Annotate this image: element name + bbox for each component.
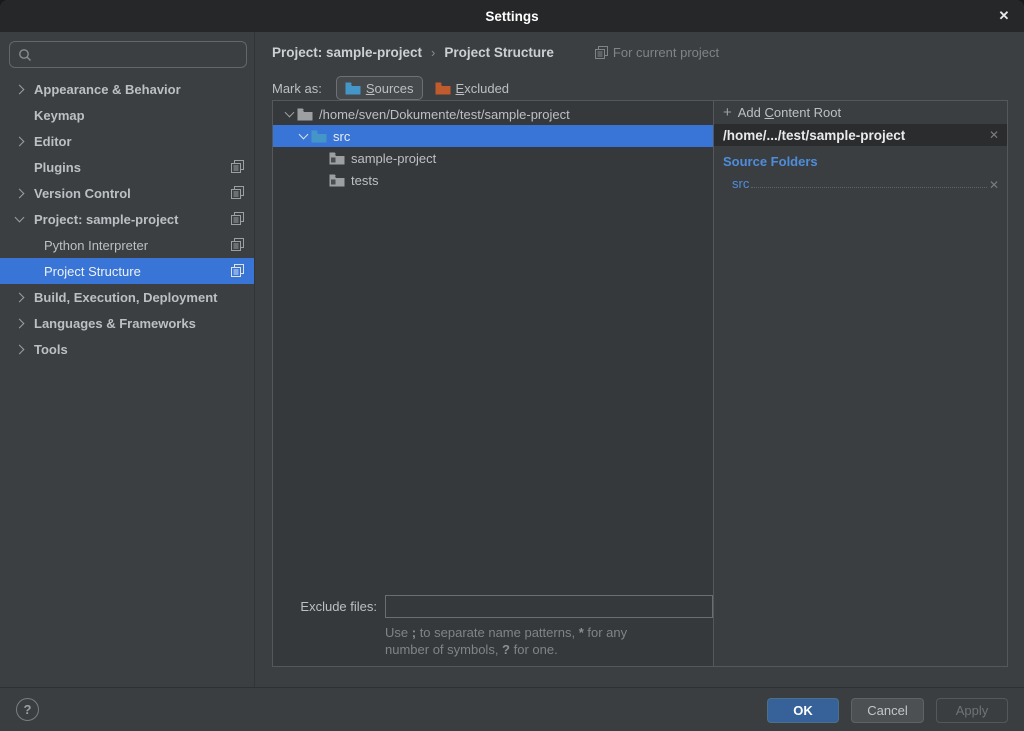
- sidebar-item-appearance-behavior[interactable]: Appearance & Behavior: [0, 76, 254, 102]
- sidebar-item-python-interpreter[interactable]: Python Interpreter: [0, 232, 254, 258]
- exclude-files-section: Exclude files: Use ; to separate name pa…: [273, 595, 713, 660]
- main-content: Project: sample-project › Project Struct…: [256, 32, 1024, 687]
- breadcrumb-separator-icon: ›: [431, 45, 435, 60]
- shared-settings-icon: [231, 160, 244, 173]
- source-folder-icon: [311, 130, 327, 143]
- close-icon[interactable]: ✕: [992, 4, 1016, 28]
- content-root-details-panel: + Add Content Root /home/.../test/sample…: [713, 100, 1008, 667]
- breadcrumb: Project: sample-project › Project Struct…: [272, 41, 719, 63]
- cancel-button[interactable]: Cancel: [851, 698, 924, 723]
- shared-settings-icon: [231, 264, 244, 277]
- tree-row-src[interactable]: src: [273, 125, 713, 147]
- mark-as-label: Mark as:: [272, 81, 322, 96]
- sidebar-item-version-control[interactable]: Version Control: [0, 180, 254, 206]
- sidebar-item-build-execution-deployment[interactable]: Build, Execution, Deployment: [0, 284, 254, 310]
- remove-source-folder-icon[interactable]: ✕: [989, 178, 999, 192]
- chevron-right-icon[interactable]: [15, 84, 25, 94]
- chevron-right-icon[interactable]: [15, 344, 25, 354]
- sidebar-item-project-structure[interactable]: Project Structure: [0, 258, 254, 284]
- sidebar-item-keymap[interactable]: Keymap: [0, 102, 254, 128]
- plus-icon: +: [723, 105, 732, 120]
- breadcrumb-project-structure: Project Structure: [444, 45, 554, 60]
- content-root-entry[interactable]: /home/.../test/sample-project ✕: [714, 124, 1007, 146]
- scheme-icon: [595, 46, 608, 59]
- mark-sources-button[interactable]: Sources: [336, 76, 423, 100]
- search-icon: [18, 48, 32, 62]
- sidebar-item-editor[interactable]: Editor: [0, 128, 254, 154]
- search-box[interactable]: [9, 41, 247, 68]
- sources-folder-icon: [345, 82, 361, 95]
- chevron-down-icon[interactable]: [15, 213, 25, 223]
- content-root-path: /home/.../test/sample-project: [723, 128, 989, 143]
- scope-indicator: For current project: [595, 45, 719, 60]
- shared-settings-icon: [231, 212, 244, 225]
- title-bar: Settings ✕: [0, 0, 1024, 32]
- ok-button[interactable]: OK: [767, 698, 839, 723]
- shared-settings-icon: [231, 238, 244, 251]
- mark-as-toolbar: Mark as: Sources Excluded: [272, 75, 517, 101]
- sidebar-item-plugins[interactable]: Plugins: [0, 154, 254, 180]
- settings-menu: Appearance & Behavior Keymap Editor Plug…: [0, 76, 254, 362]
- chevron-down-icon[interactable]: [298, 130, 308, 140]
- tree-row-content-root[interactable]: /home/sven/Dokumente/test/sample-project: [273, 103, 713, 125]
- chevron-right-icon[interactable]: [15, 318, 25, 328]
- dotted-leader: [751, 187, 987, 188]
- exclude-files-hint: Use ; to separate name patterns, * for a…: [385, 624, 715, 658]
- content-root-tree-panel: /home/sven/Dokumente/test/sample-project…: [272, 100, 713, 667]
- tree-row-tests[interactable]: tests: [273, 169, 713, 191]
- apply-button[interactable]: Apply: [936, 698, 1008, 723]
- shared-settings-icon: [231, 186, 244, 199]
- mark-excluded-button[interactable]: Excluded: [427, 76, 517, 100]
- sidebar-item-project-sample-project[interactable]: Project: sample-project: [0, 206, 254, 232]
- chevron-down-icon[interactable]: [284, 108, 294, 118]
- question-mark-icon: ?: [24, 702, 32, 717]
- help-button[interactable]: ?: [16, 698, 39, 721]
- dialog-title: Settings: [485, 9, 538, 24]
- chevron-right-icon[interactable]: [15, 292, 25, 302]
- dialog-footer: ? OK Cancel Apply: [0, 687, 1024, 731]
- sidebar-item-tools[interactable]: Tools: [0, 336, 254, 362]
- source-folder-name: src: [732, 176, 749, 192]
- exclude-files-input[interactable]: [385, 595, 713, 618]
- breadcrumb-project[interactable]: Project: sample-project: [272, 45, 422, 60]
- source-folder-entry[interactable]: src ✕: [732, 172, 999, 192]
- chevron-right-icon[interactable]: [15, 188, 25, 198]
- remove-content-root-icon[interactable]: ✕: [989, 128, 999, 142]
- source-folders-heading: Source Folders: [723, 154, 1007, 169]
- folder-icon: [329, 174, 345, 187]
- scope-label: For current project: [613, 45, 719, 60]
- settings-dialog: Settings ✕ Appearance & Behavior Keymap …: [0, 0, 1024, 731]
- add-content-root-button[interactable]: + Add Content Root: [714, 101, 1007, 124]
- tree-row-sample-project[interactable]: sample-project: [273, 147, 713, 169]
- folder-icon: [297, 108, 313, 121]
- directory-tree: /home/sven/Dokumente/test/sample-project…: [273, 101, 713, 191]
- search-input[interactable]: [38, 47, 238, 62]
- settings-sidebar: Appearance & Behavior Keymap Editor Plug…: [0, 32, 255, 687]
- excluded-folder-icon: [435, 82, 451, 95]
- chevron-right-icon[interactable]: [15, 136, 25, 146]
- folder-icon: [329, 152, 345, 165]
- sidebar-item-languages-frameworks[interactable]: Languages & Frameworks: [0, 310, 254, 336]
- exclude-files-label: Exclude files:: [281, 599, 377, 614]
